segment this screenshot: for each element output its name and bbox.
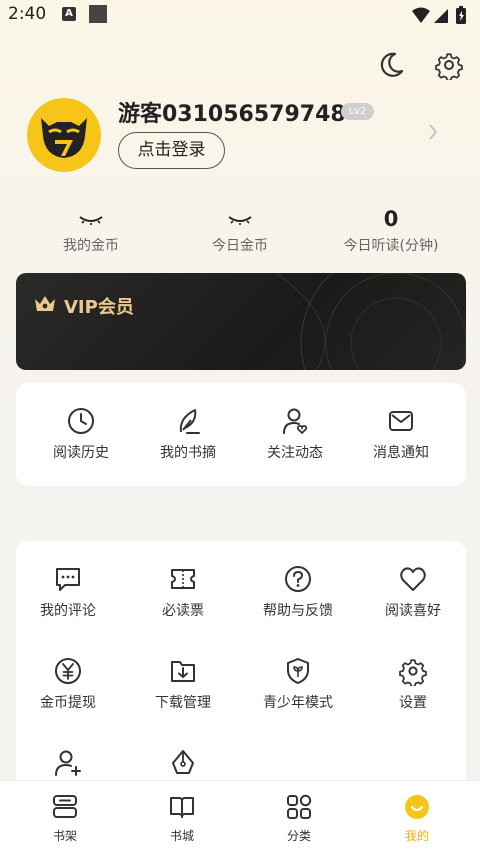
bottom-tab-bar: 书架 书城 分类 我的	[0, 780, 480, 849]
status-time: 2:40	[8, 4, 47, 24]
grid-label: 我的书摘	[160, 445, 216, 461]
user-heart-icon	[283, 408, 308, 435]
services-card: 我的评论 必读票 帮助与反馈 阅读喜好 金币提现 下载管理 青少年模式 设置	[16, 541, 466, 801]
yuan-icon	[55, 658, 81, 684]
my-comments-button[interactable]: 我的评论	[16, 564, 120, 620]
tab-bookshelf[interactable]: 书架	[15, 793, 115, 844]
creator-button[interactable]	[131, 748, 235, 784]
grid-label: 青少年模式	[263, 695, 333, 711]
grid-label: 设置	[399, 695, 427, 711]
grid-label: 下载管理	[155, 695, 211, 711]
gear-icon[interactable]	[434, 50, 464, 82]
closed-eye-icon	[79, 216, 103, 225]
must-read-ticket-button[interactable]: 必读票	[131, 564, 235, 620]
stat-listen-minutes[interactable]: 0 今日听读(分钟)	[316, 205, 466, 255]
reading-preference-button[interactable]: 阅读喜好	[361, 564, 465, 620]
stat-label: 我的金币	[63, 238, 119, 254]
stat-label: 今日听读(分钟)	[343, 238, 439, 254]
settings-button[interactable]: 设置	[361, 656, 465, 712]
grid-label: 必读票	[162, 603, 204, 619]
add-user-icon	[55, 750, 81, 776]
excerpts-button[interactable]: 我的书摘	[136, 406, 240, 462]
chevron-right-icon[interactable]	[426, 122, 440, 146]
tab-mine[interactable]: 我的	[367, 793, 467, 844]
stat-label: 今日金币	[212, 238, 268, 254]
download-manager-button[interactable]: 下载管理	[131, 656, 235, 712]
grid-label: 关注动态	[267, 445, 323, 461]
avatar[interactable]	[27, 98, 101, 172]
crown-icon	[33, 294, 57, 318]
mail-icon	[389, 411, 413, 431]
closed-eye-icon	[228, 216, 252, 225]
status-right-icons	[410, 5, 472, 29]
moon-icon[interactable]	[376, 50, 406, 80]
grid-label: 消息通知	[373, 445, 429, 461]
tab-label: 书城	[169, 829, 194, 843]
grid-label: 阅读历史	[53, 445, 109, 461]
signal-icon	[434, 9, 448, 23]
tab-bookstore[interactable]: 书城	[132, 793, 232, 844]
login-button[interactable]: 点击登录	[118, 132, 225, 169]
stat-value	[16, 205, 166, 233]
history-button[interactable]: 阅读历史	[29, 406, 133, 462]
bookshelf-icon	[53, 795, 77, 818]
clock-icon	[68, 408, 94, 434]
level-badge: Lv2	[341, 103, 374, 120]
stat-value: 0	[383, 207, 399, 231]
help-icon	[285, 566, 311, 592]
wifi-icon	[412, 7, 430, 23]
vip-decor	[275, 273, 466, 370]
quick-actions-card: 阅读历史 我的书摘 关注动态 消息通知	[16, 383, 466, 486]
download-folder-icon	[171, 661, 195, 682]
vip-card[interactable]: VIP会员	[16, 273, 466, 370]
add-user-button[interactable]	[16, 748, 120, 784]
tab-label: 我的	[404, 829, 429, 843]
ticket-icon	[171, 569, 195, 589]
notifications-button[interactable]: 消息通知	[349, 406, 453, 462]
comment-icon	[56, 568, 80, 591]
notification-a-icon: A	[62, 7, 76, 21]
pen-nib-icon	[172, 750, 194, 774]
grid-label: 金币提现	[40, 695, 96, 711]
tab-label: 分类	[286, 829, 311, 843]
gear-icon	[399, 659, 427, 686]
tab-categories[interactable]: 分类	[249, 793, 349, 844]
grid-label: 阅读喜好	[385, 603, 441, 619]
username: 游客031056579748	[118, 102, 346, 127]
grid-icon	[287, 794, 312, 819]
help-feedback-button[interactable]: 帮助与反馈	[246, 564, 350, 620]
stat-my-coins[interactable]: 我的金币	[16, 205, 166, 255]
stat-today-coins[interactable]: 今日金币	[165, 205, 315, 255]
book-open-icon	[170, 797, 194, 818]
grid-label: 我的评论	[40, 603, 96, 619]
teen-mode-button[interactable]: 青少年模式	[246, 656, 350, 712]
coin-withdraw-button[interactable]: 金币提现	[16, 656, 120, 712]
status-bar: 2:40 A	[0, 0, 480, 30]
battery-icon	[456, 6, 466, 24]
notification-square-icon	[89, 5, 107, 23]
follow-feed-button[interactable]: 关注动态	[243, 406, 347, 462]
stat-value	[165, 205, 315, 233]
vip-label: VIP会员	[64, 297, 134, 318]
profile-smile-icon	[405, 795, 429, 819]
feather-icon	[179, 409, 200, 434]
heart-icon	[400, 567, 426, 591]
tab-label: 书架	[52, 829, 77, 843]
grid-label: 帮助与反馈	[263, 603, 333, 619]
shield-sprout-icon	[287, 658, 309, 684]
